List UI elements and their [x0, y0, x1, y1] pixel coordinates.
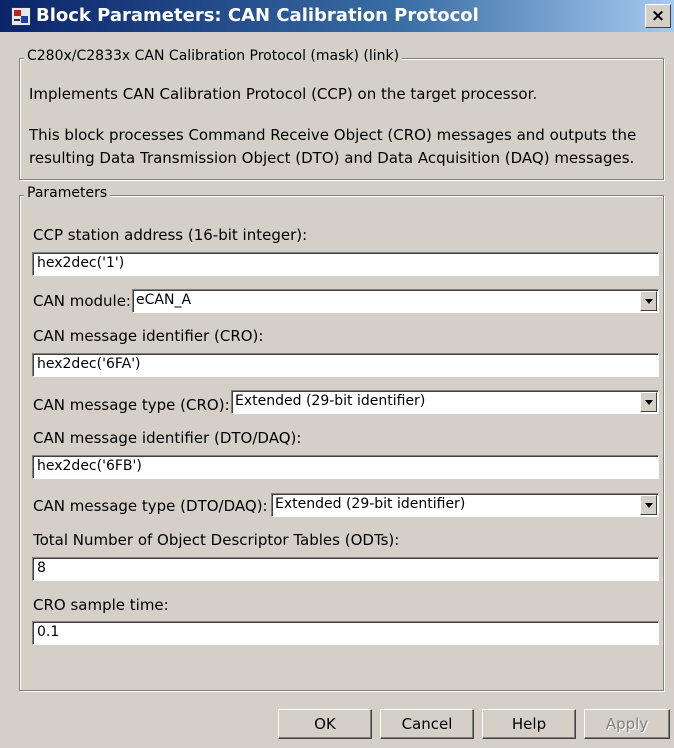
dto-identifier-label: CAN message identifier (DTO/DAQ):	[33, 429, 302, 447]
dto-type-select[interactable]: Extended (29-bit identifier)	[271, 493, 659, 517]
description-legend: C280x/C2833x CAN Calibration Protocol (m…	[24, 48, 403, 64]
cro-identifier-field[interactable]: hex2dec('6FA')	[32, 353, 659, 377]
ok-button[interactable]: OK	[278, 709, 372, 739]
title-bar[interactable]: Block Parameters: CAN Calibration Protoc…	[0, 0, 674, 32]
cro-type-select[interactable]: Extended (29-bit identifier)	[231, 390, 659, 414]
close-icon: ×	[650, 6, 666, 26]
parameters-legend: Parameters	[24, 185, 111, 201]
close-button[interactable]: ×	[645, 4, 671, 28]
apply-button[interactable]: Apply	[584, 709, 670, 739]
cro-identifier-label: CAN message identifier (CRO):	[33, 327, 264, 345]
sample-time-label: CRO sample time:	[33, 596, 169, 614]
window-title: Block Parameters: CAN Calibration Protoc…	[36, 5, 479, 26]
cro-type-value: Extended (29-bit identifier)	[235, 393, 426, 409]
chevron-down-icon[interactable]	[640, 291, 657, 311]
dto-identifier-field[interactable]: hex2dec('6FB')	[32, 455, 659, 479]
cro-type-label: CAN message type (CRO):	[33, 396, 230, 414]
dto-type-label: CAN message type (DTO/DAQ):	[33, 497, 268, 515]
chevron-down-icon[interactable]	[640, 495, 657, 515]
can-module-select[interactable]: eCAN_A	[132, 289, 659, 313]
sample-time-field[interactable]: 0.1	[32, 621, 659, 645]
description-line-3: resulting Data Transmission Object (DTO)…	[29, 149, 635, 167]
can-module-value: eCAN_A	[136, 292, 192, 308]
dto-type-value: Extended (29-bit identifier)	[275, 496, 466, 512]
chevron-down-icon[interactable]	[640, 392, 657, 412]
description-line-2: This block processes Command Receive Obj…	[29, 126, 637, 144]
odt-count-label: Total Number of Object Descriptor Tables…	[33, 531, 400, 549]
odt-count-field[interactable]: 8	[32, 557, 659, 581]
simulink-block-icon	[11, 7, 31, 26]
station-address-label: CCP station address (16-bit integer):	[33, 226, 308, 244]
station-address-field[interactable]: hex2dec('1')	[32, 252, 659, 276]
help-button[interactable]: Help	[482, 709, 576, 739]
cancel-button[interactable]: Cancel	[380, 709, 474, 739]
description-line-1: Implements CAN Calibration Protocol (CCP…	[29, 85, 538, 103]
can-module-label: CAN module:	[33, 292, 131, 310]
